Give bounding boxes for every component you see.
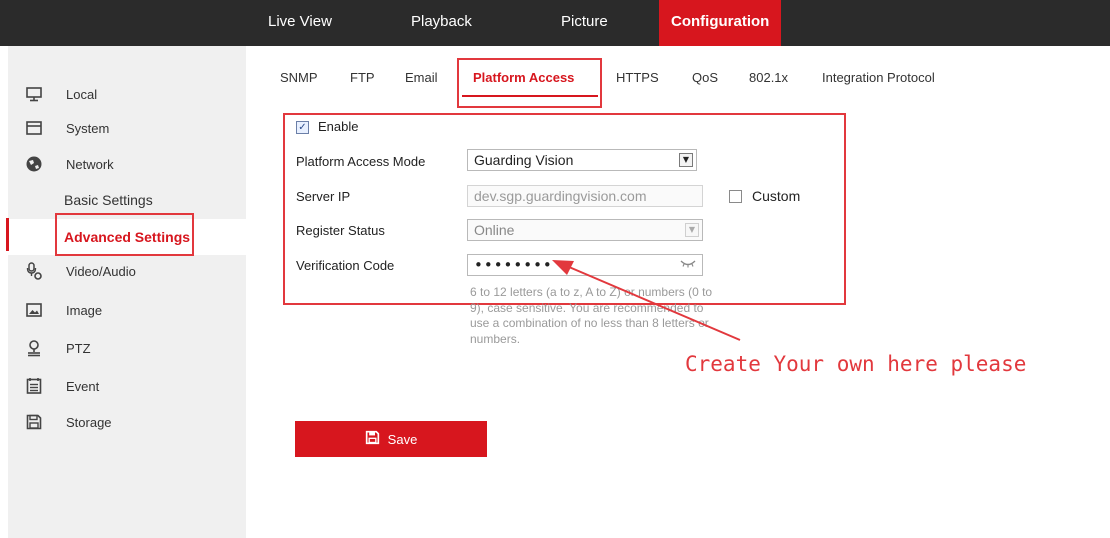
sidebar-item-image[interactable]: Image: [8, 292, 246, 328]
monitor-icon: [25, 85, 43, 103]
enable-label: Enable: [318, 119, 359, 134]
sidebar-item-video-audio[interactable]: Video/Audio: [8, 253, 246, 289]
topnav-playback[interactable]: Playback: [411, 0, 472, 46]
custom-label: Custom: [752, 188, 801, 204]
tab-integration-protocol[interactable]: Integration Protocol: [822, 66, 935, 90]
globe-icon: [25, 155, 43, 173]
window-icon: [25, 119, 43, 137]
tab-https[interactable]: HTTPS: [616, 66, 659, 90]
sidebar: Local System Network Basic Settings Adva…: [8, 46, 246, 538]
microphone-camera-icon: [25, 262, 43, 280]
sidebar-item-event[interactable]: Event: [8, 368, 246, 404]
floppy-disk-icon: [25, 413, 43, 431]
dropdown-arrow-icon: ▼: [685, 223, 699, 237]
topnav-live-view[interactable]: Live View: [268, 0, 332, 46]
platform-access-mode-select[interactable]: Guarding Vision ▼: [467, 149, 697, 171]
annotation-arrow: [552, 260, 741, 341]
sidebar-item-network[interactable]: Network: [8, 146, 246, 182]
sidebar-item-storage[interactable]: Storage: [8, 404, 246, 440]
sidebar-item-label: Storage: [66, 414, 112, 430]
active-section-marker: [6, 218, 9, 251]
active-tab-underline: [462, 95, 598, 97]
sidebar-item-advanced-settings[interactable]: Advanced Settings: [8, 219, 246, 255]
sidebar-item-label: PTZ: [66, 340, 91, 356]
sidebar-item-label: Local: [66, 86, 98, 102]
ptz-camera-icon: [25, 339, 43, 357]
sidebar-item-label: Event: [66, 378, 100, 394]
tab-snmp[interactable]: SNMP: [280, 66, 318, 90]
sidebar-item-local[interactable]: Local: [8, 76, 246, 112]
sidebar-item-label: Network: [66, 156, 114, 172]
sidebar-item-basic-settings[interactable]: Basic Settings: [8, 182, 246, 218]
calendar-list-icon: [25, 377, 43, 395]
sidebar-item-ptz[interactable]: PTZ: [8, 330, 246, 366]
top-navigation-bar: Live View Playback Picture Configuration: [0, 0, 1110, 46]
sidebar-item-label: Basic Settings: [64, 192, 153, 208]
sidebar-item-label: Video/Audio: [66, 263, 136, 279]
topnav-picture[interactable]: Picture: [561, 0, 608, 46]
check-icon: ✓: [298, 121, 307, 133]
server-ip-label: Server IP: [296, 189, 351, 204]
annotation-text: Create Your own here please: [685, 352, 1027, 376]
save-button[interactable]: Save: [295, 421, 487, 457]
register-status-select: Online ▼: [467, 219, 703, 241]
tab-qos[interactable]: QoS: [692, 66, 718, 90]
verification-code-label: Verification Code: [296, 258, 395, 273]
topnav-configuration[interactable]: Configuration: [659, 0, 782, 46]
save-label: Save: [387, 431, 418, 447]
sidebar-item-label: Advanced Settings: [64, 229, 191, 245]
sidebar-item-label: System: [66, 120, 110, 136]
register-status-label: Register Status: [296, 223, 385, 238]
custom-checkbox[interactable]: [729, 190, 742, 203]
platform-access-mode-value: Guarding Vision: [474, 152, 574, 168]
save-disk-icon: [365, 430, 380, 448]
dropdown-arrow-icon: ▼: [679, 153, 693, 167]
tab-email[interactable]: Email: [405, 66, 438, 90]
tab-ftp[interactable]: FTP: [350, 66, 375, 90]
sidebar-item-label: Image: [66, 302, 103, 318]
image-icon: [25, 301, 43, 319]
register-status-value: Online: [474, 222, 515, 238]
enable-checkbox[interactable]: ✓: [296, 121, 309, 134]
server-ip-field[interactable]: dev.sgp.guardingvision.com: [467, 185, 703, 207]
tab-802-1x[interactable]: 802.1x: [749, 66, 788, 90]
tab-platform-access[interactable]: Platform Access: [473, 66, 574, 90]
sidebar-item-system[interactable]: System: [8, 110, 246, 146]
platform-access-mode-label: Platform Access Mode: [296, 154, 426, 169]
